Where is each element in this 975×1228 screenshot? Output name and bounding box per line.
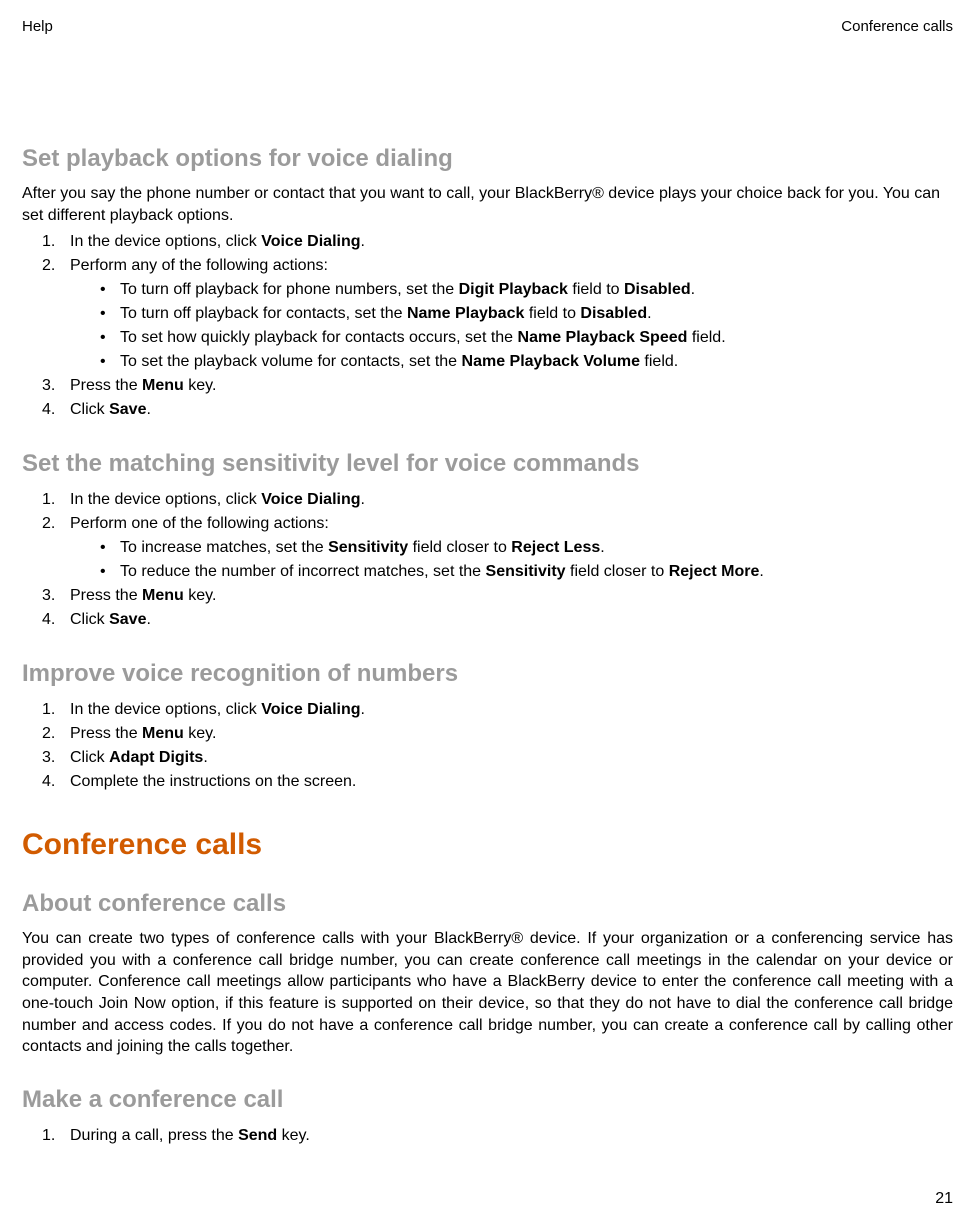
step-item: Perform one of the following actions: To…	[42, 512, 953, 584]
step-item: In the device options, click Voice Diali…	[42, 230, 953, 254]
section-heading-about-conference: About conference calls	[22, 890, 953, 918]
about-conference-paragraph: You can create two types of conference c…	[22, 928, 953, 1058]
page-number: 21	[935, 1190, 953, 1208]
step-item: Click Save.	[42, 398, 953, 422]
bullet-item: To reduce the number of incorrect matche…	[100, 560, 953, 584]
section-heading-sensitivity: Set the matching sensitivity level for v…	[22, 450, 953, 478]
step-item: In the device options, click Voice Diali…	[42, 488, 953, 512]
step-item: Press the Menu key.	[42, 584, 953, 608]
header-right: Conference calls	[841, 18, 953, 35]
step-item: In the device options, click Voice Diali…	[42, 698, 953, 722]
page-header: Help Conference calls	[22, 18, 953, 35]
bullet-item: To turn off playback for phone numbers, …	[100, 278, 953, 302]
section-heading-playback-options: Set playback options for voice dialing	[22, 145, 953, 173]
steps-list: During a call, press the Send key.	[22, 1124, 953, 1148]
steps-list: In the device options, click Voice Diali…	[22, 230, 953, 422]
sub-bullets: To increase matches, set the Sensitivity…	[70, 536, 953, 584]
sub-bullets: To turn off playback for phone numbers, …	[70, 278, 953, 374]
step-item: Complete the instructions on the screen.	[42, 770, 953, 794]
steps-list: In the device options, click Voice Diali…	[22, 698, 953, 794]
chapter-heading-conference-calls: Conference calls	[22, 828, 953, 862]
step-item: During a call, press the Send key.	[42, 1124, 953, 1148]
step-item: Click Save.	[42, 608, 953, 632]
step-item: Press the Menu key.	[42, 722, 953, 746]
step-item: Click Adapt Digits.	[42, 746, 953, 770]
bullet-item: To increase matches, set the Sensitivity…	[100, 536, 953, 560]
steps-list: In the device options, click Voice Diali…	[22, 488, 953, 632]
section-heading-improve-recognition: Improve voice recognition of numbers	[22, 660, 953, 688]
section-heading-make-conference: Make a conference call	[22, 1086, 953, 1114]
intro-paragraph: After you say the phone number or contac…	[22, 183, 953, 226]
bullet-item: To turn off playback for contacts, set t…	[100, 302, 953, 326]
step-item: Perform any of the following actions: To…	[42, 254, 953, 374]
header-left: Help	[22, 18, 53, 35]
bullet-item: To set how quickly playback for contacts…	[100, 326, 953, 350]
step-item: Press the Menu key.	[42, 374, 953, 398]
bullet-item: To set the playback volume for contacts,…	[100, 350, 953, 374]
